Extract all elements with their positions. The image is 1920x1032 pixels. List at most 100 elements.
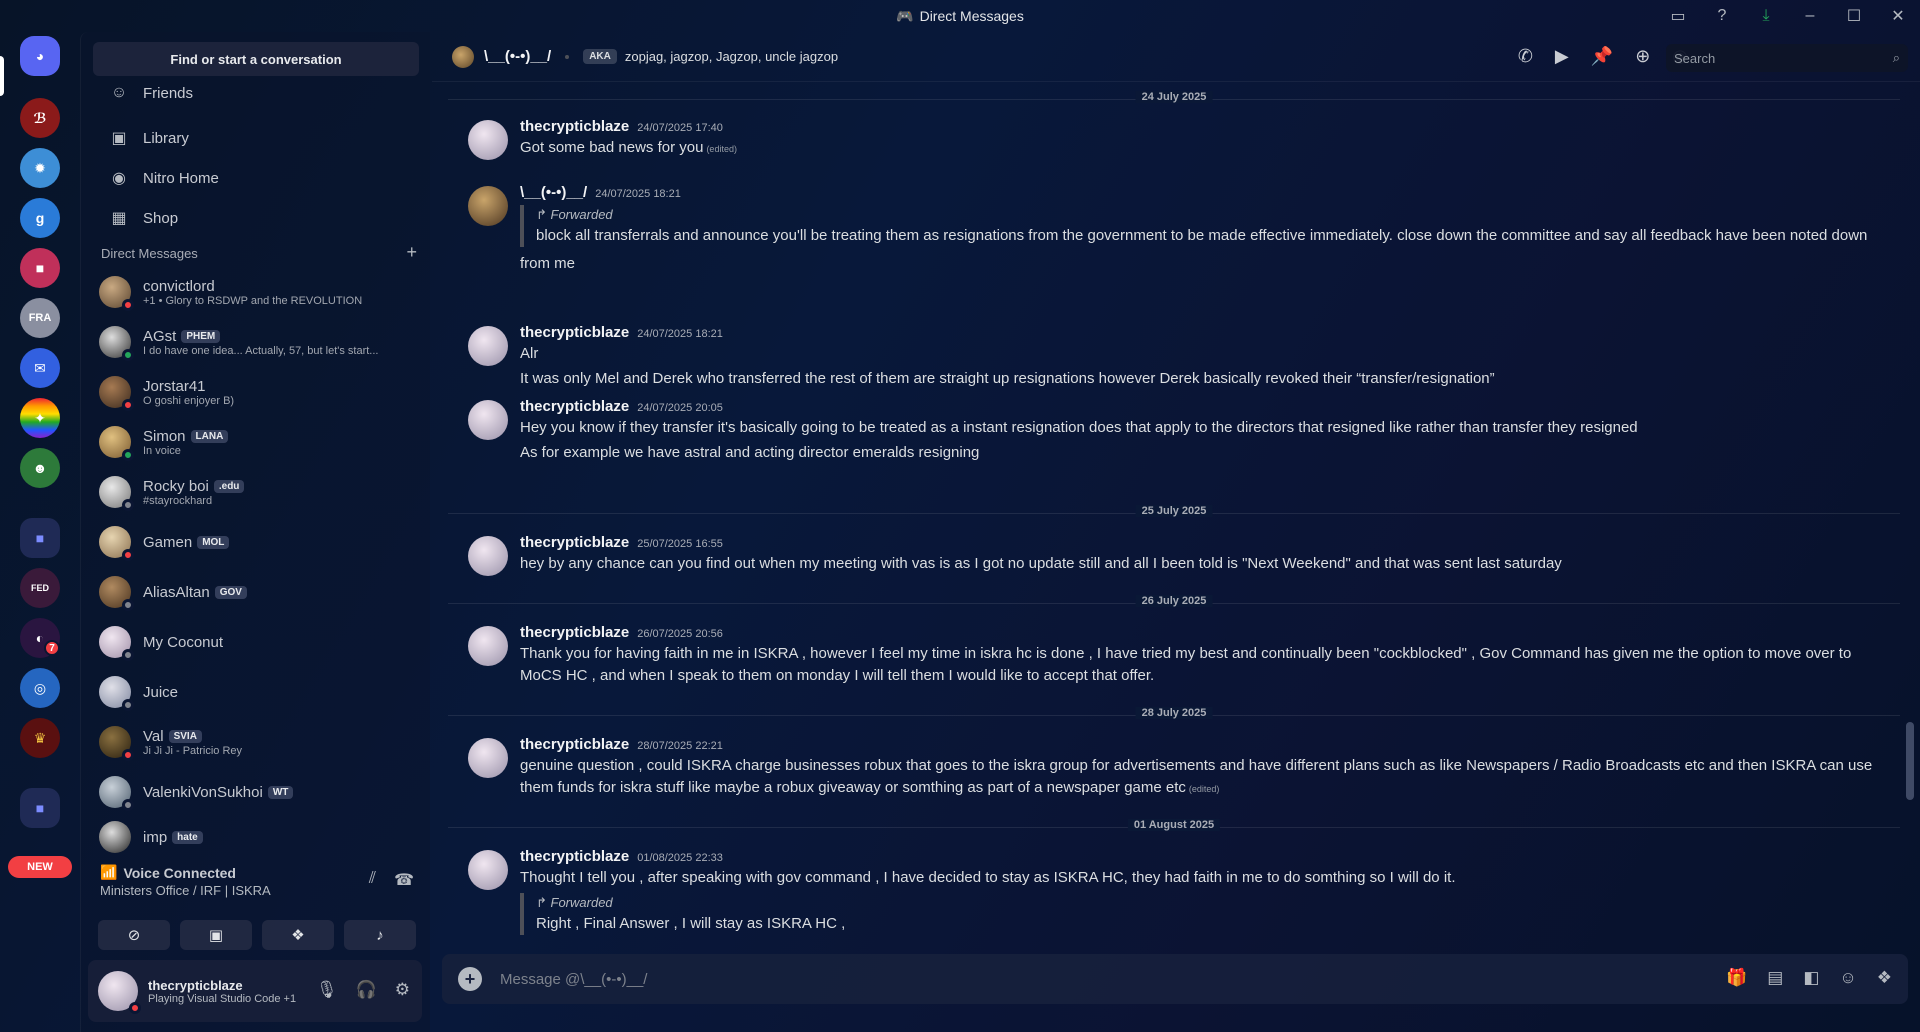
avatar[interactable] [468,626,508,666]
voice-connected-label[interactable]: 📶 Voice Connected [100,864,236,881]
server-icon[interactable]: FRA [20,298,60,338]
avatar [99,626,134,661]
server-icon[interactable]: ♛ [20,718,60,758]
attach-plus-icon[interactable]: + [458,967,482,991]
dm-item[interactable]: Rocky boi .edu #stayrockhard [89,469,423,515]
sticker-icon[interactable]: ◧ [1803,968,1819,988]
message[interactable]: \__(•-•)__/24/07/2025 18:21 ↱ Forwarded … [448,184,1888,275]
find-conversation-button[interactable]: Find or start a conversation [93,42,419,76]
status-dnd-icon [122,299,134,311]
maximize-button[interactable]: ☐ [1832,0,1876,32]
gif-icon[interactable]: ▤ [1767,968,1783,988]
server-icon[interactable]: FED [20,568,60,608]
nav-nitro-home[interactable]: ◉ Nitro Home [89,158,423,198]
emoji-icon[interactable]: ☺ [1839,968,1856,988]
dm-item[interactable]: ValenkiVonSukhoi WT [89,769,423,815]
dm-item[interactable]: Val SVIA Ji Ji Ji - Patricio Rey [89,719,423,765]
microphone-icon[interactable]: 🎙 [316,980,338,1000]
server-icon[interactable]: ℬ [20,98,60,138]
message[interactable]: thecrypticblaze 25/07/2025 16:55 hey by a… [448,534,1888,576]
message[interactable]: thecrypticblaze 24/07/2025 20:05 Hey you … [448,398,1888,464]
inbox-icon[interactable]: ▭ [1656,0,1700,32]
screen-share-button[interactable]: ▣ [180,920,252,950]
server-icon[interactable]: ✉ [20,348,60,388]
dm-item[interactable]: AGst PHEM I do have one idea... Actually, … [89,319,423,365]
avatar [99,426,134,461]
dm-item[interactable]: Gamen MOL [89,519,423,565]
user-avatar[interactable] [98,971,141,1014]
server-icon[interactable]: ✹ [20,148,60,188]
status-dnd-icon [129,1002,141,1014]
nav-library[interactable]: ▣ Library [89,118,423,158]
nav-friends[interactable]: ☺ Friends [89,84,423,102]
noise-suppression-icon[interactable]: ⫽ [369,870,376,890]
message[interactable]: thecrypticblaze 24/07/2025 18:21 Alr It w… [448,324,1888,390]
recipient-avatar[interactable] [452,45,474,68]
avatar[interactable] [468,186,508,226]
search-input[interactable]: Search ⌕ [1666,44,1908,72]
scrollbar-thumb[interactable] [1906,722,1914,800]
voice-call-icon[interactable]: ✆ [1518,46,1533,67]
pin-icon[interactable]: 📌 [1591,46,1613,67]
message-composer[interactable]: + Message @\__(•-•)__/ 🎁 ▤ ◧ ☺ ❖ [442,954,1908,1004]
settings-gear-icon[interactable]: ⚙ [395,980,410,1000]
apps-icon[interactable]: ❖ [1877,968,1892,988]
signal-icon: 📶 [100,864,118,880]
server-icon[interactable]: ◎ [20,668,60,708]
add-friends-icon[interactable]: ⊕ [1635,46,1650,67]
avatar[interactable] [468,850,508,890]
download-icon[interactable]: ⤓ [1744,0,1788,32]
server-icon[interactable]: g [20,198,60,238]
nav-shop[interactable]: ▦ Shop [89,198,423,238]
message-input[interactable]: Message @\__(•-•)__/ [500,971,647,988]
avatar[interactable] [468,120,508,160]
headphones-icon[interactable]: 🎧 [356,980,377,1000]
server-icon[interactable]: ✦ [20,398,60,438]
status-online-icon [122,349,134,361]
dm-item[interactable]: Juice [89,669,423,715]
server-tag: hate [172,830,203,844]
message[interactable]: thecrypticblaze 26/07/2025 20:56 Thank yo… [448,624,1888,687]
server-icon[interactable]: ■ [20,248,60,288]
message[interactable]: thecrypticblaze 28/07/2025 22:21 genuine … [448,736,1888,800]
avatar [99,576,134,611]
avatar [99,376,134,411]
server-tag: LANA [190,429,229,443]
folder-icon[interactable]: ■ [20,518,60,558]
disconnect-icon[interactable]: ☎ [394,870,414,890]
gift-icon[interactable]: 🎁 [1726,968,1747,988]
avatar[interactable] [468,400,508,440]
server-tag: .edu [213,479,245,493]
minimize-button[interactable]: – [1788,0,1832,32]
dm-item[interactable]: AliasAltan GOV [89,569,423,615]
camera-off-button[interactable]: ⊘ [98,920,170,950]
avatar[interactable] [468,738,508,778]
dm-item[interactable]: convictlord +1 • Glory to RSDWP and the R… [89,269,423,315]
close-button[interactable]: ✕ [1876,0,1920,32]
activities-button[interactable]: ❖ [262,920,334,950]
date-divider: 25 July 2025 [448,505,1900,517]
create-dm-icon[interactable]: + [406,243,417,261]
message[interactable]: thecrypticblaze 01/08/2025 22:33 Thought … [448,848,1888,935]
dm-item[interactable]: imp hate [89,819,423,855]
dm-item[interactable]: Jorstar41 O goshi enjoyer B) [89,369,423,415]
new-badge[interactable]: NEW [8,856,72,878]
server-icon[interactable]: ☻ [20,448,60,488]
recipient-name[interactable]: \__(•-•)__/ [484,48,551,65]
search-icon: ⌕ [1892,50,1900,65]
forward-arrow-icon: ↱ [536,895,551,910]
avatar[interactable] [468,326,508,366]
help-icon[interactable]: ? [1700,0,1744,32]
dm-item[interactable]: Simon LANA In voice [89,419,423,465]
soundboard-button[interactable]: ♪ [344,920,416,950]
forwarded-block: ↱ Forwarded block all transferrals and a… [520,205,1888,247]
dm-item[interactable]: My Coconut [89,619,423,665]
avatar[interactable] [468,536,508,576]
video-call-icon[interactable]: ▶ [1555,46,1569,67]
folder-icon[interactable]: ■ [20,788,60,828]
home-button[interactable]: ◕ [20,36,60,76]
avatar [99,476,134,511]
date-divider: 28 July 2025 [448,707,1900,719]
message[interactable]: thecrypticblaze 24/07/2025 17:40 Got some… [448,118,1888,160]
avatar [99,276,134,311]
